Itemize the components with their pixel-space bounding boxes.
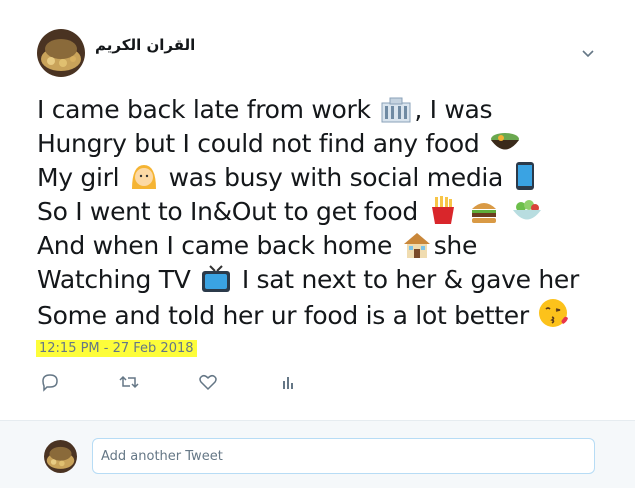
reply-icon[interactable] <box>40 372 62 394</box>
tweet-timestamp[interactable]: 12:15 PM - 27 Feb 2018 <box>36 340 197 357</box>
tweet-line: was busy with social media <box>168 163 504 192</box>
analytics-icon[interactable] <box>278 372 300 394</box>
tweet-line: So I went to In&Out to get food <box>37 197 418 226</box>
tweet-card: القران الكريم I came back late from work… <box>0 0 635 420</box>
tweet-line: And when I came back home <box>37 231 393 260</box>
tweet-line: Some and told her ur food is a lot bette… <box>37 301 529 330</box>
avatar[interactable] <box>37 29 85 77</box>
tweet-line: I came back late from work <box>37 95 371 124</box>
tweet-line: I sat next to her & gave her <box>241 265 579 294</box>
avatar <box>44 440 77 473</box>
kissing-face-emoji <box>538 297 570 338</box>
tweet-line: Hungry but I could not find any food <box>37 129 480 158</box>
tweet-line: , I was <box>414 95 493 124</box>
tweet-text: I came back late from work , I was Hungr… <box>37 93 607 331</box>
like-icon[interactable] <box>198 372 220 394</box>
add-tweet-placeholder: Add another Tweet <box>101 449 223 464</box>
tweet-line: Watching TV <box>37 265 191 294</box>
tweet-line: My girl <box>37 163 120 192</box>
author-name[interactable]: القران الكريم <box>95 36 195 54</box>
chevron-down-icon[interactable] <box>579 44 597 62</box>
retweet-icon[interactable] <box>118 372 140 394</box>
tweet-line: she <box>433 231 478 260</box>
salad-emoji <box>511 197 543 234</box>
